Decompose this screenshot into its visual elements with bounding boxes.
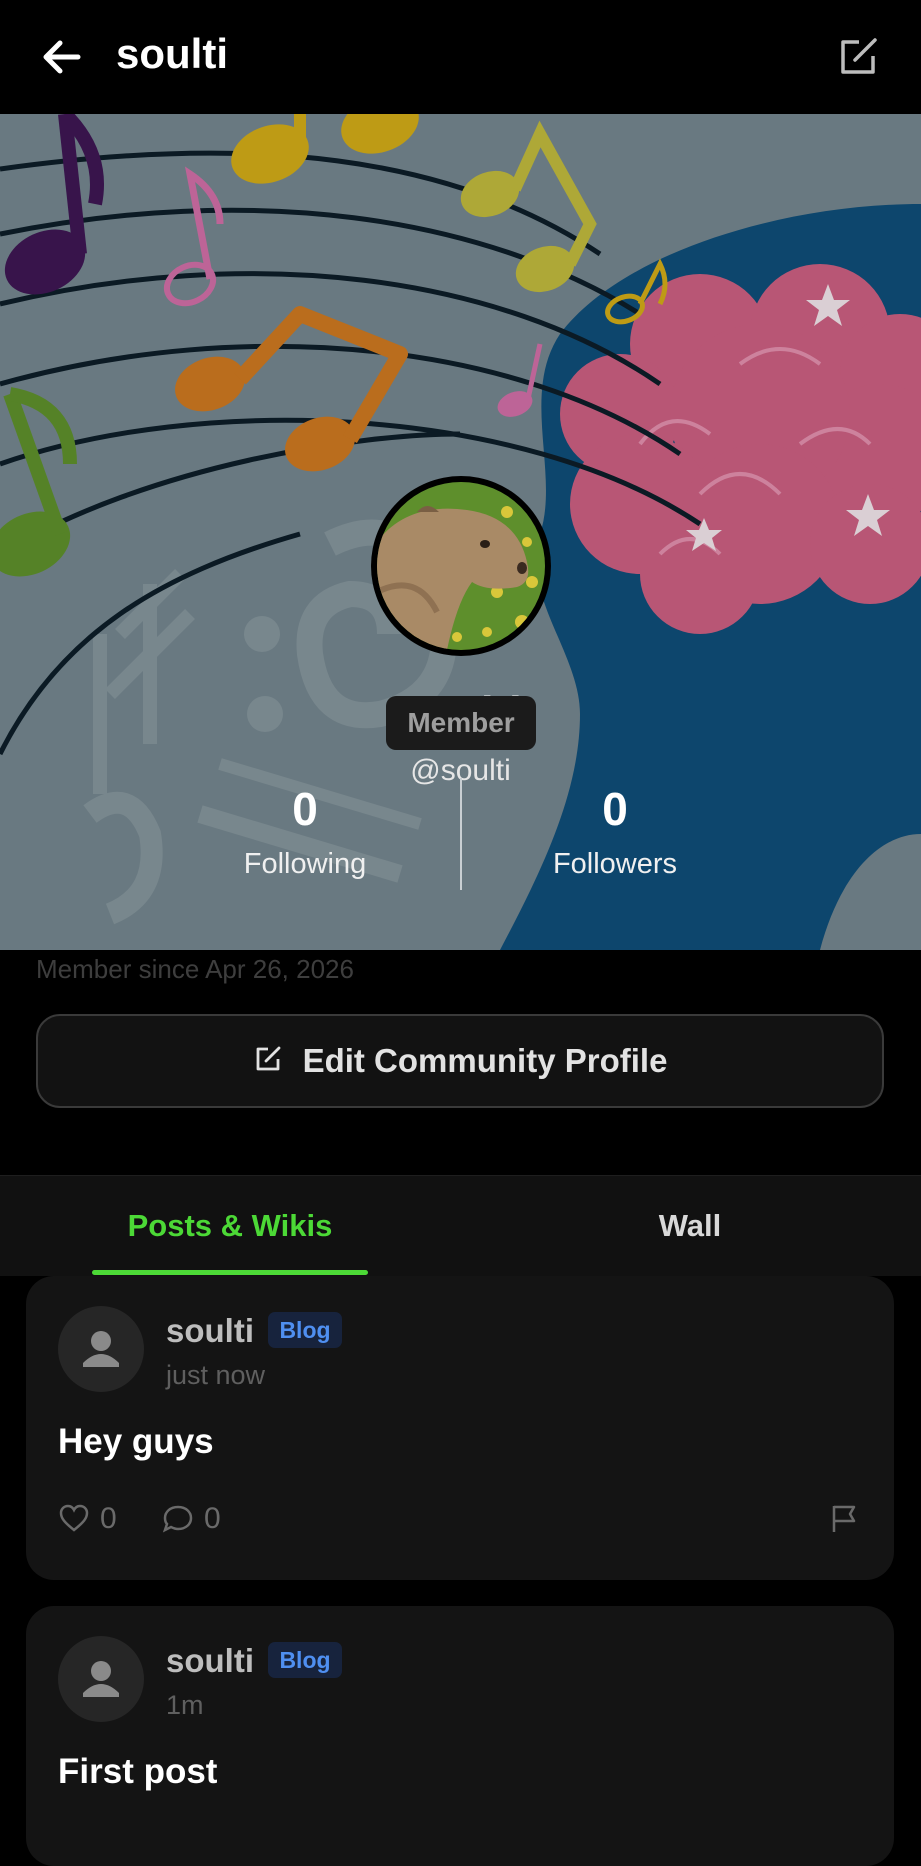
following-count: 0 xyxy=(292,783,318,835)
comment-button[interactable]: 0 xyxy=(162,1502,221,1536)
post-type-badge: Blog xyxy=(268,1312,342,1348)
comment-icon xyxy=(162,1505,193,1533)
like-count: 0 xyxy=(100,1502,117,1535)
post-title[interactable]: Hey guys xyxy=(58,1422,214,1462)
avatar[interactable] xyxy=(58,1636,144,1722)
page-title: soulti xyxy=(116,30,228,77)
post-timestamp: 1m xyxy=(166,1690,204,1720)
post-timestamp: just now xyxy=(166,1360,266,1390)
capybara-avatar-image xyxy=(377,482,545,650)
tab-posts-wikis[interactable]: Posts & Wikis xyxy=(0,1176,460,1276)
flag-icon xyxy=(832,1505,856,1532)
post-author[interactable]: soulti xyxy=(166,1642,254,1680)
member-since-text: Member since Apr 26, 2026 xyxy=(36,954,354,984)
followers-stat[interactable]: 0 Followers xyxy=(465,782,765,881)
followers-label: Followers xyxy=(552,848,678,880)
following-label: Following xyxy=(243,848,367,880)
back-arrow-icon[interactable] xyxy=(38,33,86,81)
post-card[interactable]: soulti Blog 1m First post xyxy=(26,1606,894,1866)
user-icon xyxy=(83,1331,119,1367)
comment-count: 0 xyxy=(204,1502,221,1535)
role-badge: Member xyxy=(386,696,536,750)
like-button[interactable]: 0 xyxy=(58,1502,117,1536)
user-icon xyxy=(83,1661,119,1697)
edit-icon[interactable] xyxy=(835,34,881,80)
followers-count: 0 xyxy=(602,783,628,835)
post-author[interactable]: soulti xyxy=(166,1312,254,1350)
heart-icon xyxy=(59,1504,89,1532)
following-stat[interactable]: 0 Following xyxy=(155,782,455,881)
profile-avatar[interactable] xyxy=(371,476,551,656)
post-card[interactable]: soulti Blog just now Hey guys 0 0 xyxy=(26,1276,894,1580)
edit-icon xyxy=(253,1044,283,1079)
avatar[interactable] xyxy=(58,1306,144,1392)
profile-banner: soulti @soulti Member 0 Following 0 Foll… xyxy=(0,114,921,950)
post-title[interactable]: First post xyxy=(58,1752,217,1792)
edit-community-profile-label: Edit Community Profile xyxy=(302,1042,668,1079)
report-button[interactable] xyxy=(828,1502,860,1534)
tab-wall[interactable]: Wall xyxy=(460,1176,920,1276)
post-type-badge: Blog xyxy=(268,1642,342,1678)
top-app-bar: soulti xyxy=(0,0,921,114)
edit-community-profile-button[interactable]: Edit Community Profile xyxy=(36,1014,884,1108)
stats-divider xyxy=(460,778,462,890)
active-tab-indicator xyxy=(92,1270,368,1275)
profile-tabs: Posts & Wikis Wall xyxy=(0,1175,921,1276)
